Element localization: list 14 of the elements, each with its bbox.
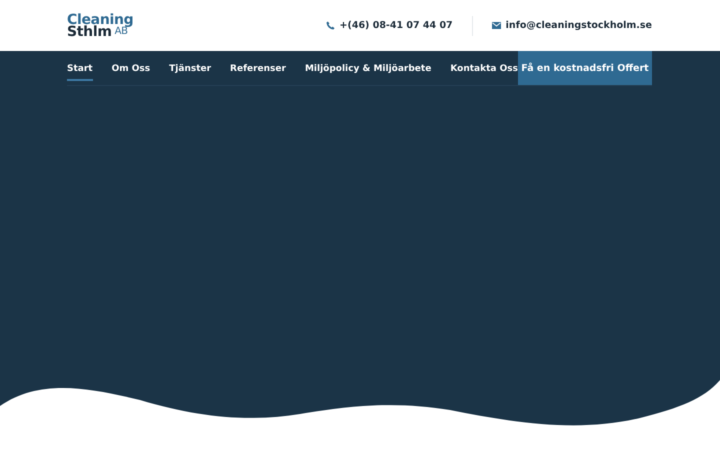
phone-number[interactable]: +(46) 08-41 07 44 07 bbox=[340, 20, 453, 31]
logo-text: Sthlm bbox=[67, 26, 112, 38]
nav-link[interactable]: Start bbox=[67, 55, 93, 81]
quote-button[interactable]: Få en kostnadsfri Offert bbox=[518, 51, 652, 85]
nav-link[interactable]: Om Oss bbox=[112, 51, 150, 85]
email-link[interactable]: info@cleaningstockholm.se bbox=[506, 20, 652, 31]
nav-link[interactable]: Referenser bbox=[230, 51, 286, 85]
nav-link[interactable]: Miljöpolicy & Miljöarbete bbox=[304, 51, 432, 85]
nav-link[interactable]: Kontakta Oss bbox=[450, 51, 518, 85]
phone-icon bbox=[326, 21, 335, 30]
logo-text: Cleaning bbox=[67, 14, 134, 26]
logo-suffix: AB bbox=[114, 26, 128, 38]
envelope-icon bbox=[492, 22, 501, 29]
nav-link[interactable]: Tjänster bbox=[169, 51, 212, 85]
